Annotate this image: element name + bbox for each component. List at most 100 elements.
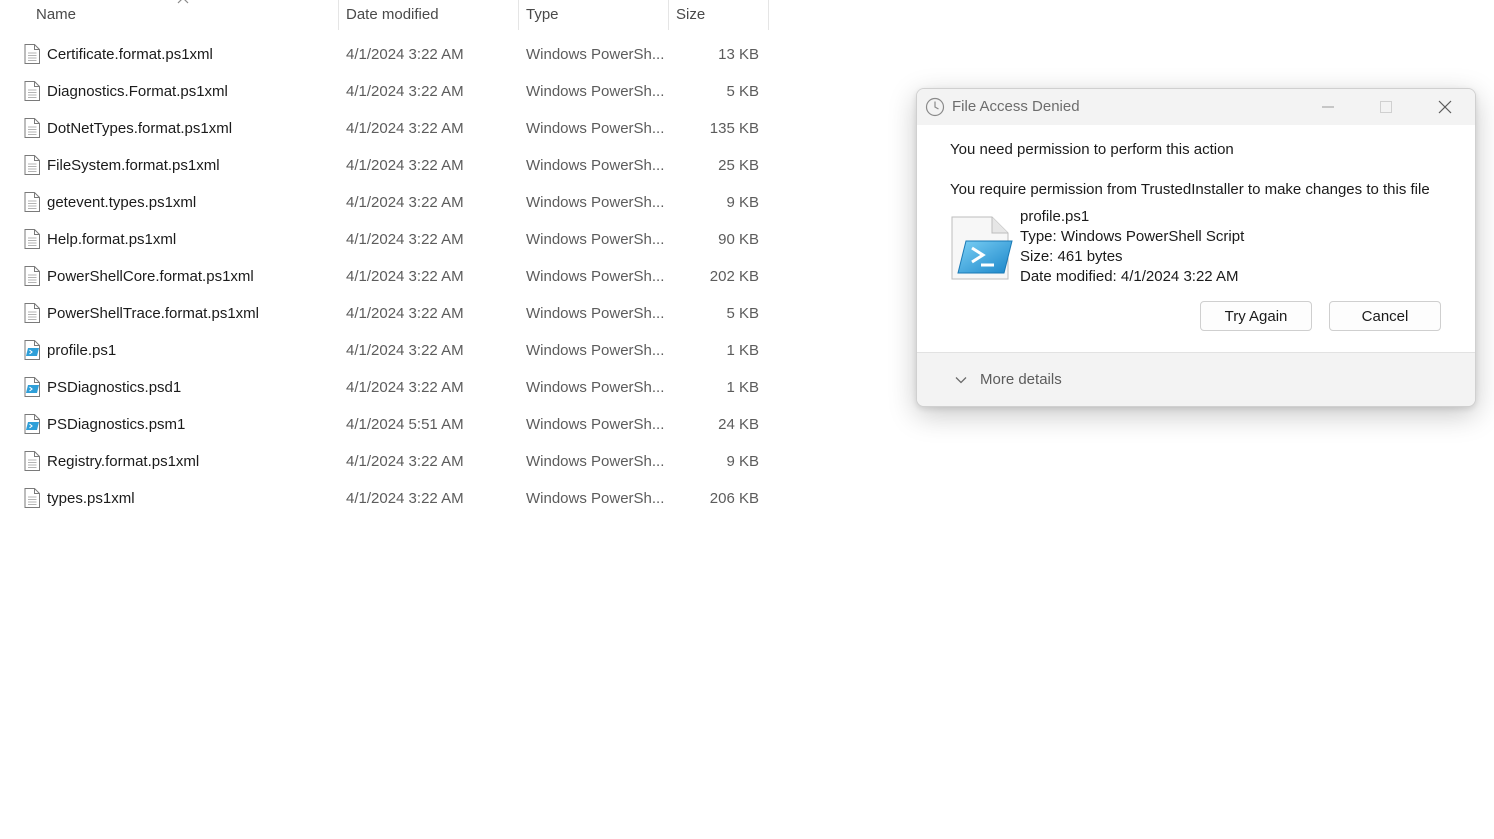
file-info-name: profile.ps1 bbox=[1020, 208, 1090, 225]
column-divider[interactable] bbox=[518, 0, 519, 30]
document-icon bbox=[24, 155, 40, 175]
file-type: Windows PowerSh... bbox=[526, 305, 665, 322]
file-name: Registry.format.ps1xml bbox=[47, 453, 200, 470]
file-info-size: Size: 461 bytes bbox=[1020, 248, 1123, 265]
file-row[interactable]: PowerShellCore.format.ps1xml 4/1/2024 3:2… bbox=[0, 258, 770, 295]
file-size: 25 KB bbox=[718, 157, 759, 174]
column-header-row: Name Date modified Type Size bbox=[0, 0, 770, 30]
document-icon bbox=[24, 303, 40, 323]
column-header-type[interactable]: Type bbox=[526, 0, 666, 30]
file-row[interactable]: DotNetTypes.format.ps1xml 4/1/2024 3:22 A… bbox=[0, 110, 770, 147]
dialog-title: File Access Denied bbox=[952, 98, 1080, 115]
file-row[interactable]: types.ps1xml 4/1/2024 3:22 AM Windows Powe… bbox=[0, 480, 770, 517]
try-again-button[interactable]: Try Again bbox=[1200, 301, 1312, 331]
document-icon bbox=[24, 81, 40, 101]
file-row[interactable]: PSDiagnostics.psd1 4/1/2024 3:22 AM Window… bbox=[0, 369, 770, 406]
file-row[interactable]: PSDiagnostics.psm1 4/1/2024 5:51 AM Window… bbox=[0, 406, 770, 443]
powershell-script-icon bbox=[24, 414, 40, 434]
document-icon bbox=[24, 451, 40, 471]
document-icon bbox=[24, 44, 40, 64]
file-size: 9 KB bbox=[726, 194, 759, 211]
document-icon bbox=[24, 118, 40, 138]
close-icon bbox=[1438, 100, 1452, 114]
file-size: 90 KB bbox=[718, 231, 759, 248]
chevron-down-icon[interactable] bbox=[954, 373, 968, 387]
file-info: profile.ps1 Type: Windows PowerShell Scr… bbox=[1020, 207, 1244, 287]
file-size: 24 KB bbox=[718, 416, 759, 433]
document-icon bbox=[24, 488, 40, 508]
file-type: Windows PowerSh... bbox=[526, 490, 665, 507]
file-row[interactable]: Help.format.ps1xml 4/1/2024 3:22 AM Window… bbox=[0, 221, 770, 258]
powershell-script-icon bbox=[951, 216, 1013, 280]
file-name: getevent.types.ps1xml bbox=[47, 194, 197, 211]
minimize-icon bbox=[1322, 106, 1334, 108]
column-header-size[interactable]: Size bbox=[676, 0, 766, 30]
file-row[interactable]: PowerShellTrace.format.ps1xml 4/1/2024 3:… bbox=[0, 295, 770, 332]
file-size: 13 KB bbox=[718, 46, 759, 63]
column-divider[interactable] bbox=[768, 0, 769, 30]
file-name: profile.ps1 bbox=[47, 342, 117, 359]
minimize-button[interactable] bbox=[1299, 89, 1357, 125]
file-name: FileSystem.format.ps1xml bbox=[47, 157, 220, 174]
powershell-script-icon bbox=[24, 377, 40, 397]
file-size: 135 KB bbox=[709, 120, 759, 137]
file-row[interactable]: Registry.format.ps1xml 4/1/2024 3:22 AM Wi… bbox=[0, 443, 770, 480]
file-type: Windows PowerSh... bbox=[526, 83, 665, 100]
file-date-modified: 4/1/2024 3:22 AM bbox=[346, 342, 464, 359]
file-date-modified: 4/1/2024 3:22 AM bbox=[346, 231, 464, 248]
clock-icon bbox=[925, 97, 945, 117]
file-date-modified: 4/1/2024 3:22 AM bbox=[346, 120, 464, 137]
document-icon bbox=[24, 229, 40, 249]
file-size: 9 KB bbox=[726, 453, 759, 470]
file-date-modified: 4/1/2024 3:22 AM bbox=[346, 46, 464, 63]
close-button[interactable] bbox=[1416, 89, 1474, 125]
file-row[interactable]: getevent.types.ps1xml 4/1/2024 3:22 AM Win… bbox=[0, 184, 770, 221]
file-access-denied-dialog: File Access Denied You need permission t… bbox=[916, 88, 1476, 407]
file-info-date: Date modified: 4/1/2024 3:22 AM bbox=[1020, 268, 1239, 285]
file-name: Certificate.format.ps1xml bbox=[47, 46, 213, 63]
dialog-content: You need permission to perform this acti… bbox=[917, 125, 1475, 352]
file-type: Windows PowerSh... bbox=[526, 231, 665, 248]
file-row[interactable]: profile.ps1 4/1/2024 3:22 AM Windows Power… bbox=[0, 332, 770, 369]
file-list: Name Date modified Type Size Certificate… bbox=[0, 0, 770, 508]
file-date-modified: 4/1/2024 3:22 AM bbox=[346, 268, 464, 285]
maximize-button bbox=[1357, 89, 1415, 125]
file-rows: Certificate.format.ps1xml 4/1/2024 3:22 A… bbox=[0, 36, 770, 517]
cancel-button[interactable]: Cancel bbox=[1329, 301, 1441, 331]
file-size: 1 KB bbox=[726, 342, 759, 359]
file-size: 5 KB bbox=[726, 305, 759, 322]
file-size: 202 KB bbox=[709, 268, 759, 285]
file-date-modified: 4/1/2024 3:22 AM bbox=[346, 379, 464, 396]
file-date-modified: 4/1/2024 3:22 AM bbox=[346, 305, 464, 322]
file-row[interactable]: FileSystem.format.ps1xml 4/1/2024 3:22 AM… bbox=[0, 147, 770, 184]
file-date-modified: 4/1/2024 5:51 AM bbox=[346, 416, 464, 433]
column-divider[interactable] bbox=[668, 0, 669, 30]
file-info-type: Type: Windows PowerShell Script bbox=[1020, 228, 1245, 245]
file-type: Windows PowerSh... bbox=[526, 268, 665, 285]
file-type: Windows PowerSh... bbox=[526, 379, 665, 396]
file-type: Windows PowerSh... bbox=[526, 120, 665, 137]
dialog-titlebar[interactable]: File Access Denied bbox=[917, 89, 1475, 125]
file-name: Help.format.ps1xml bbox=[47, 231, 177, 248]
file-name: PSDiagnostics.psm1 bbox=[47, 416, 186, 433]
file-date-modified: 4/1/2024 3:22 AM bbox=[346, 83, 464, 100]
column-header-date[interactable]: Date modified bbox=[346, 0, 516, 30]
file-name: PSDiagnostics.psd1 bbox=[47, 379, 182, 396]
file-size: 1 KB bbox=[726, 379, 759, 396]
column-divider[interactable] bbox=[338, 0, 339, 30]
file-name: PowerShellTrace.format.ps1xml bbox=[47, 305, 260, 322]
file-name: Diagnostics.Format.ps1xml bbox=[47, 83, 228, 100]
file-name: types.ps1xml bbox=[47, 490, 135, 507]
file-date-modified: 4/1/2024 3:22 AM bbox=[346, 453, 464, 470]
permission-message: You need permission to perform this acti… bbox=[950, 141, 1234, 158]
document-icon bbox=[24, 266, 40, 286]
dialog-footer: More details bbox=[917, 352, 1475, 406]
file-row[interactable]: Certificate.format.ps1xml 4/1/2024 3:22 A… bbox=[0, 36, 770, 73]
file-type: Windows PowerSh... bbox=[526, 46, 665, 63]
file-type: Windows PowerSh... bbox=[526, 453, 665, 470]
file-type: Windows PowerSh... bbox=[526, 342, 665, 359]
more-details-toggle[interactable]: More details bbox=[980, 353, 1062, 406]
column-header-name[interactable]: Name bbox=[36, 0, 336, 30]
file-row[interactable]: Diagnostics.Format.ps1xml 4/1/2024 3:22 A… bbox=[0, 73, 770, 110]
file-name: PowerShellCore.format.ps1xml bbox=[47, 268, 254, 285]
